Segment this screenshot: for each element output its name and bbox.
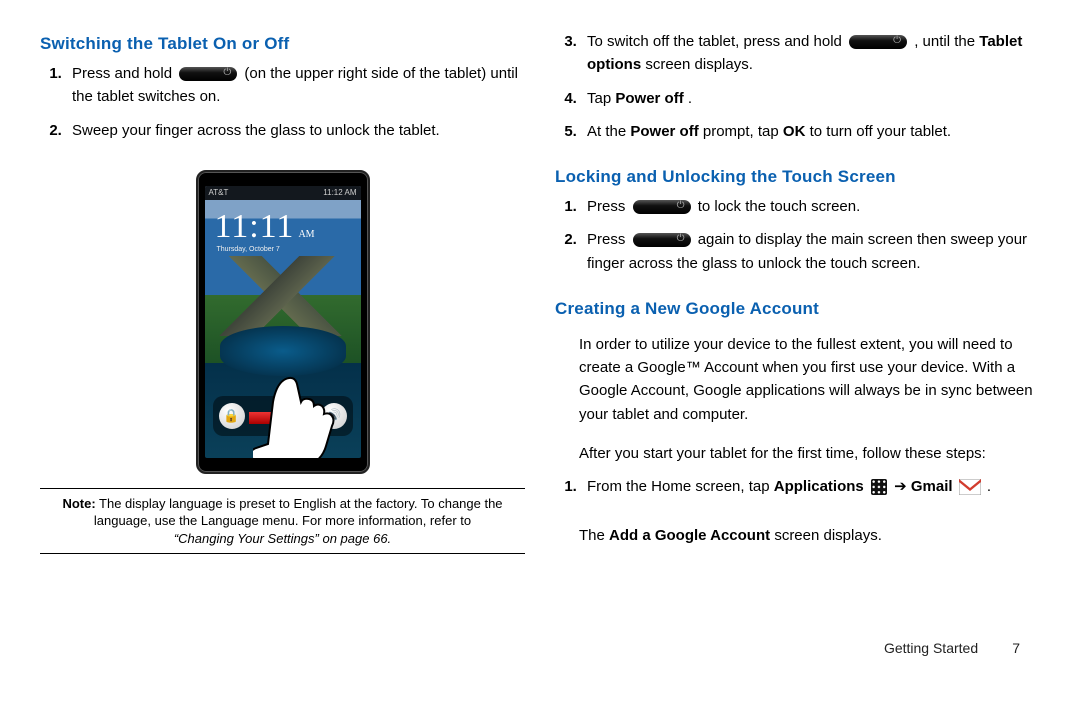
s3b: , until the <box>914 33 979 50</box>
l1a: Press <box>587 198 630 215</box>
s3a: To switch off the tablet, press and hold <box>587 33 846 50</box>
step-5: At the Power off prompt, tap OK to turn … <box>581 120 1040 143</box>
note-ref-tail: on page 66. <box>322 531 391 546</box>
s5a: At the <box>587 123 630 140</box>
lock-clock-ampm: AM <box>298 229 314 240</box>
s5b: Power off <box>630 123 698 140</box>
g1c: ➔ <box>894 478 911 495</box>
google-result: The Add a Google Account screen displays… <box>579 524 1040 547</box>
power-button-icon <box>633 233 691 247</box>
g1b: Applications <box>774 478 864 495</box>
device-figure: AT&T 11:12 AM 11:11 AM Thursday, October… <box>196 170 370 474</box>
switching-steps: Press and hold (on the upper right side … <box>40 62 525 152</box>
applications-icon <box>871 479 887 495</box>
note-body: The display language is preset to Englis… <box>94 496 503 529</box>
g1a: From the Home screen, tap <box>587 478 774 495</box>
s5c: prompt, tap <box>703 123 783 140</box>
status-time: 11:12 AM <box>323 188 356 197</box>
lock-step-1: Press to lock the touch screen. <box>581 195 1040 218</box>
s5d: OK <box>783 123 806 140</box>
hand-gesture-icon <box>253 362 361 458</box>
s4b: Power off <box>615 90 683 107</box>
switching-steps-cont: To switch off the tablet, press and hold… <box>555 30 1040 153</box>
note-label: Note: <box>62 496 95 511</box>
l1b: to lock the touch screen. <box>698 198 861 215</box>
gr-c: screen displays. <box>774 527 882 544</box>
heading-google: Creating a New Google Account <box>555 299 1040 319</box>
note-ref: “Changing Your Settings” <box>174 531 319 546</box>
page-footer: Getting Started 7 <box>0 640 1080 668</box>
google-para-1: In order to utilize your device to the f… <box>579 333 1040 426</box>
power-button-icon <box>633 200 691 214</box>
gr-a: The <box>579 527 609 544</box>
lock-clock-time: 11:11 <box>215 208 295 246</box>
step-2: Sweep your finger across the glass to un… <box>66 119 525 142</box>
status-bar: AT&T 11:12 AM <box>205 186 361 200</box>
s5e: to turn off your tablet. <box>810 123 951 140</box>
s4c: . <box>688 90 692 107</box>
s4a: Tap <box>587 90 615 107</box>
g1d: Gmail <box>911 478 953 495</box>
gmail-icon <box>959 479 981 495</box>
device-frame: AT&T 11:12 AM 11:11 AM Thursday, October… <box>196 170 370 474</box>
step-4: Tap Power off . <box>581 87 1040 110</box>
device-screen: AT&T 11:12 AM 11:11 AM Thursday, October… <box>205 186 361 458</box>
step-3: To switch off the tablet, press and hold… <box>581 30 1040 77</box>
step-1: Press and hold (on the upper right side … <box>66 62 525 109</box>
l2a: Press <box>587 231 630 248</box>
google-para-2: After you start your tablet for the firs… <box>579 442 1040 465</box>
lock-step-2: Press again to display the main screen t… <box>581 228 1040 275</box>
left-column: Switching the Tablet On or Off Press and… <box>40 30 525 630</box>
lock-clock-date: Thursday, October 7 <box>217 246 280 253</box>
heading-switching: Switching the Tablet On or Off <box>40 34 525 54</box>
unlock-icon: 🔒 <box>219 403 245 429</box>
right-column: To switch off the tablet, press and hold… <box>555 30 1040 630</box>
heading-locking: Locking and Unlocking the Touch Screen <box>555 167 1040 187</box>
footer-section: Getting Started <box>884 640 978 656</box>
locking-steps: Press to lock the touch screen. Press ag… <box>555 195 1040 285</box>
google-step-1: From the Home screen, tap Applications ➔… <box>581 475 1040 498</box>
lock-clock: 11:11 AM <box>215 208 315 246</box>
g1e: . <box>987 478 991 495</box>
s3d: screen displays. <box>645 56 753 73</box>
carrier-label: AT&T <box>209 188 229 197</box>
power-button-icon <box>179 67 237 81</box>
power-button-icon <box>849 35 907 49</box>
wallpaper-mountain <box>205 256 361 336</box>
gr-b: Add a Google Account <box>609 527 770 544</box>
footer-page-number: 7 <box>982 640 1020 656</box>
note-block: Note: The display language is preset to … <box>40 488 525 555</box>
step-1-text-a: Press and hold <box>72 65 176 82</box>
google-steps: From the Home screen, tap Applications ➔… <box>555 475 1040 508</box>
